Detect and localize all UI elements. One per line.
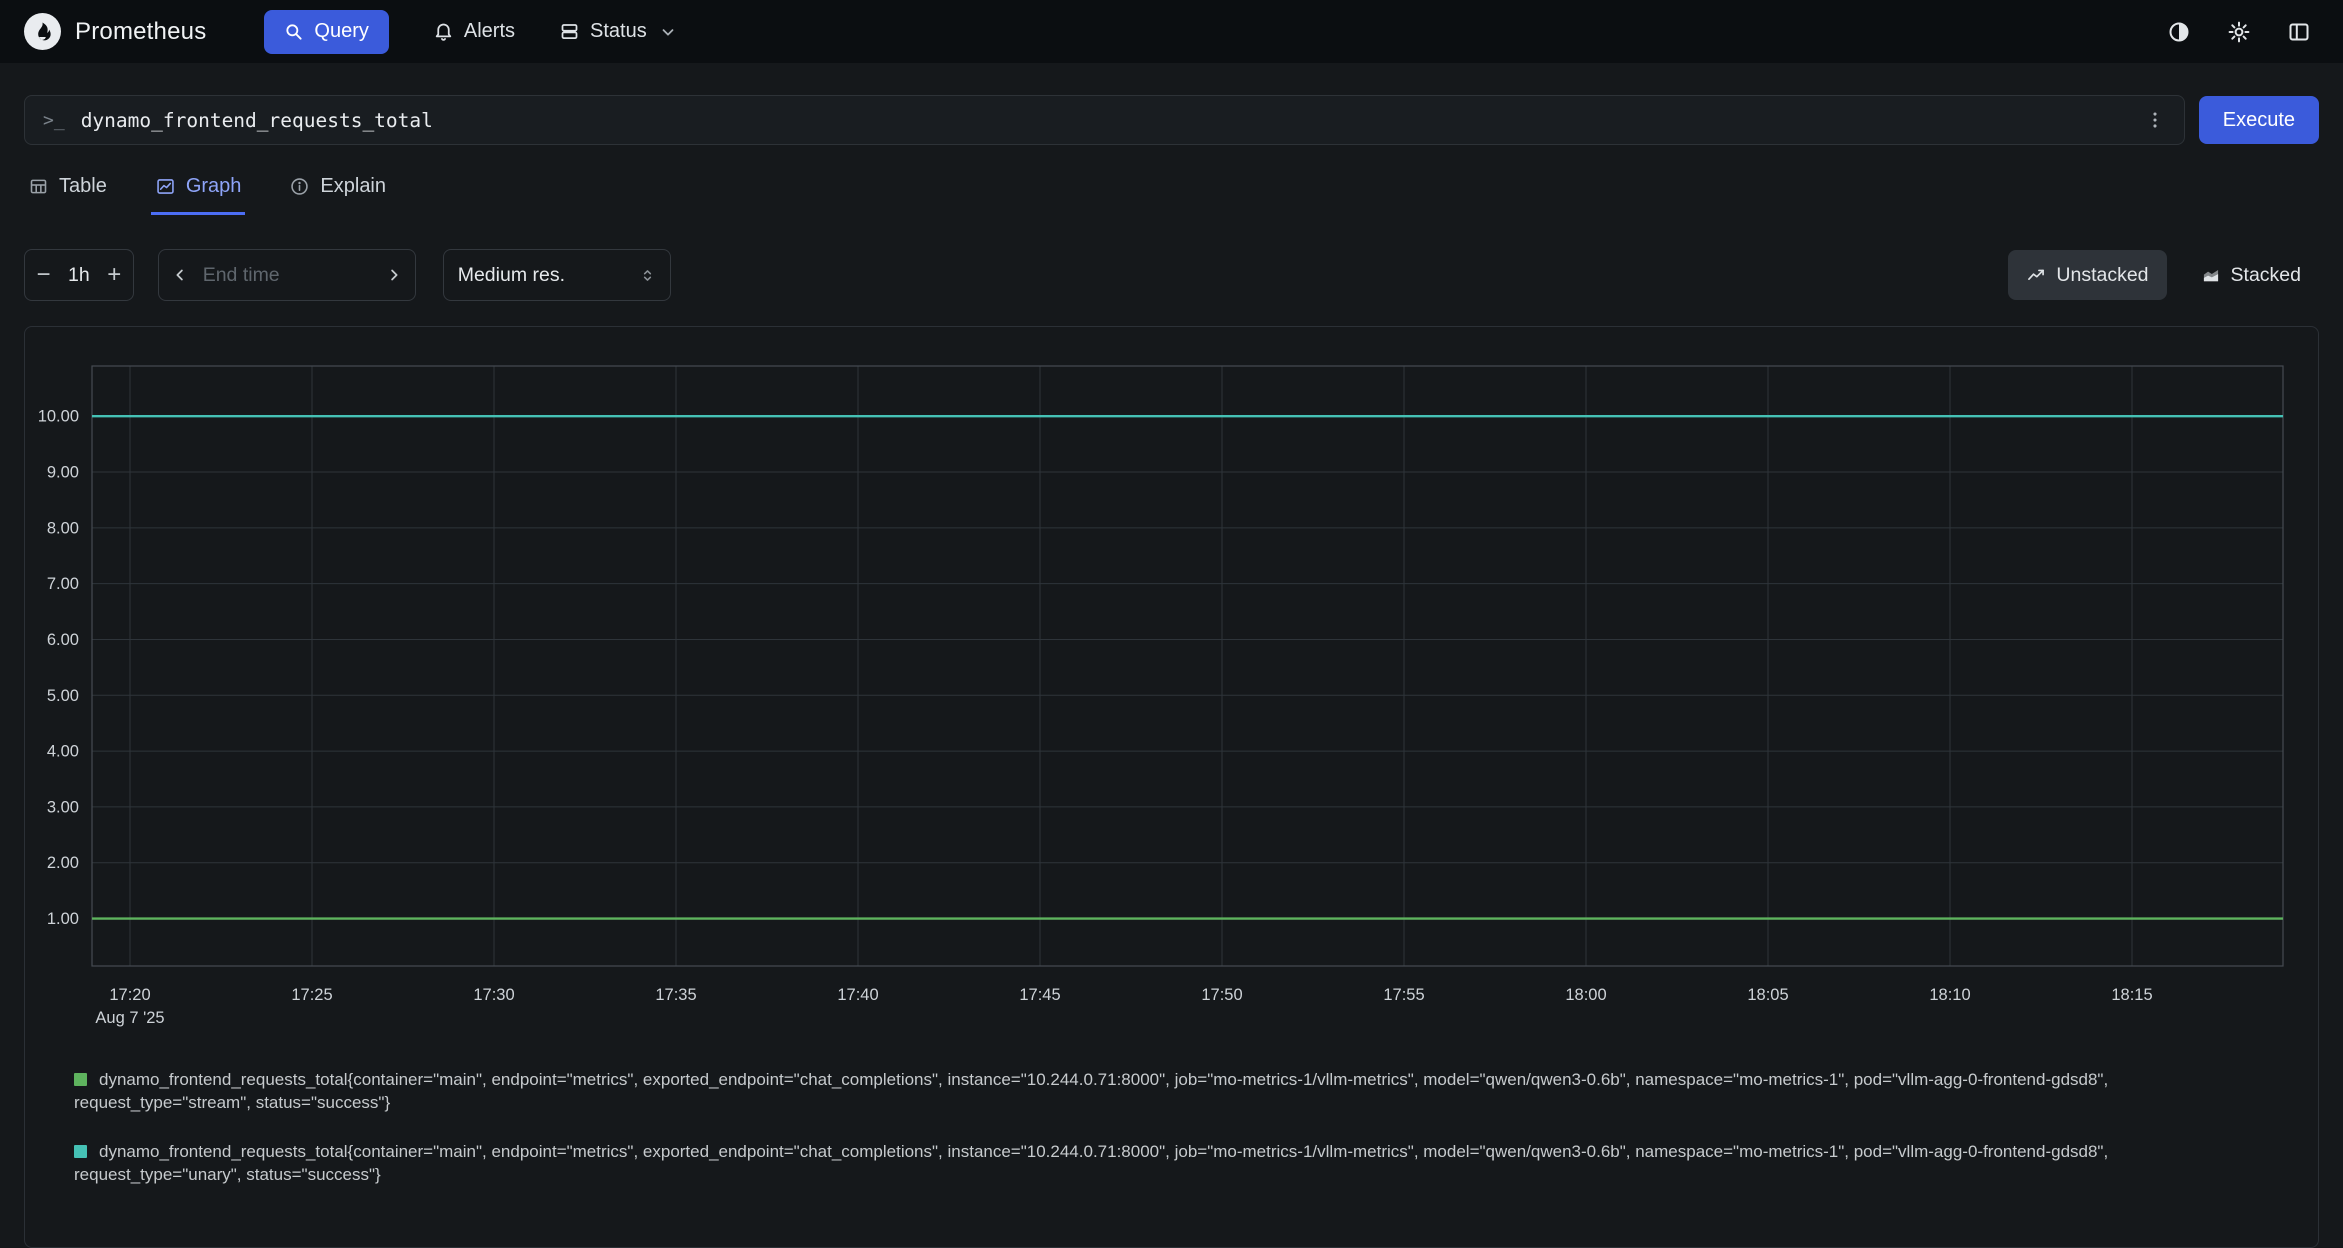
svg-text:2.00: 2.00 bbox=[47, 854, 79, 872]
navbar: Prometheus Query Alerts Status bbox=[0, 0, 2343, 63]
docs-panel-button[interactable] bbox=[2279, 12, 2319, 52]
duration-group: − 1h + bbox=[24, 249, 134, 301]
prometheus-logo-icon bbox=[24, 13, 61, 50]
brand-title: Prometheus bbox=[75, 18, 206, 46]
duration-increase-button[interactable]: + bbox=[96, 250, 133, 300]
svg-text:Aug 7 '25: Aug 7 '25 bbox=[95, 1009, 164, 1027]
nav-status-label: Status bbox=[590, 20, 647, 43]
gear-icon bbox=[2227, 20, 2251, 44]
unstacked-button[interactable]: Unstacked bbox=[2008, 250, 2166, 300]
legend-color-chip bbox=[74, 1145, 87, 1158]
line-chart-icon bbox=[2026, 265, 2046, 285]
info-icon bbox=[289, 176, 310, 197]
nav-alerts-button[interactable]: Alerts bbox=[433, 10, 515, 54]
resolution-select[interactable]: Medium res. bbox=[443, 249, 671, 301]
legend-label: dynamo_frontend_requests_total{container… bbox=[74, 1142, 2108, 1184]
graph-icon bbox=[155, 176, 176, 197]
bell-icon bbox=[433, 21, 454, 42]
svg-text:17:55: 17:55 bbox=[1383, 986, 1424, 1004]
execute-button[interactable]: Execute bbox=[2199, 96, 2319, 144]
expression-text[interactable]: dynamo_frontend_requests_total bbox=[81, 109, 2144, 132]
graph-panel: 1.00 2.00 3.00 4.00 5.00 6.00 7.00 8.00 9.00 10.0… bbox=[24, 326, 2319, 1248]
svg-text:4.00: 4.00 bbox=[47, 743, 79, 761]
legend-item[interactable]: dynamo_frontend_requests_total{container… bbox=[74, 1140, 2266, 1186]
graph-controls: − 1h + Medium res. Unstacked Stacked bbox=[0, 249, 2343, 301]
result-tabs: Table Graph Explain bbox=[0, 173, 2343, 215]
svg-text:17:25: 17:25 bbox=[291, 986, 332, 1004]
svg-text:18:15: 18:15 bbox=[2111, 986, 2152, 1004]
svg-text:3.00: 3.00 bbox=[47, 798, 79, 816]
svg-text:17:50: 17:50 bbox=[1201, 986, 1242, 1004]
tab-explain[interactable]: Explain bbox=[285, 173, 390, 215]
stacked-area-icon bbox=[2201, 265, 2221, 285]
nav-status-button[interactable]: Status bbox=[559, 10, 677, 54]
stacked-button[interactable]: Stacked bbox=[2183, 250, 2319, 300]
tab-table[interactable]: Table bbox=[24, 173, 111, 215]
svg-text:18:05: 18:05 bbox=[1747, 986, 1788, 1004]
duration-decrease-button[interactable]: − bbox=[25, 250, 62, 300]
nav-alerts-label: Alerts bbox=[464, 20, 515, 43]
svg-text:17:20: 17:20 bbox=[109, 986, 150, 1004]
svg-text:5.00: 5.00 bbox=[47, 687, 79, 705]
svg-text:6.00: 6.00 bbox=[47, 631, 79, 649]
legend-label: dynamo_frontend_requests_total{container… bbox=[74, 1070, 2108, 1112]
book-icon bbox=[2287, 20, 2311, 44]
graph-svg[interactable]: 1.00 2.00 3.00 4.00 5.00 6.00 7.00 8.00 9.00 10.0… bbox=[25, 327, 2318, 1042]
stacking-toggle: Unstacked Stacked bbox=[2008, 250, 2319, 300]
end-time-input[interactable] bbox=[201, 263, 373, 288]
svg-text:17:35: 17:35 bbox=[655, 986, 696, 1004]
contrast-icon bbox=[2167, 20, 2191, 44]
end-time-group bbox=[158, 249, 416, 301]
tab-graph[interactable]: Graph bbox=[151, 173, 246, 215]
server-icon bbox=[559, 21, 580, 42]
expression-input[interactable]: >_ dynamo_frontend_requests_total bbox=[24, 95, 2185, 145]
svg-text:1.00: 1.00 bbox=[47, 910, 79, 928]
theme-toggle-button[interactable] bbox=[2159, 12, 2199, 52]
svg-text:8.00: 8.00 bbox=[47, 519, 79, 537]
duration-value[interactable]: 1h bbox=[62, 264, 96, 287]
stacked-label: Stacked bbox=[2231, 264, 2301, 287]
legend-item[interactable]: dynamo_frontend_requests_total{container… bbox=[74, 1068, 2266, 1114]
tab-graph-label: Graph bbox=[186, 175, 242, 198]
terminal-prompt-icon: >_ bbox=[43, 110, 65, 131]
kebab-menu-icon[interactable] bbox=[2144, 109, 2166, 131]
tab-table-label: Table bbox=[59, 175, 107, 198]
main-nav: Query Alerts Status bbox=[264, 10, 676, 54]
search-icon bbox=[284, 22, 304, 42]
time-back-button[interactable] bbox=[159, 250, 201, 300]
svg-text:18:10: 18:10 bbox=[1929, 986, 1970, 1004]
svg-text:17:40: 17:40 bbox=[837, 986, 878, 1004]
chevron-down-icon bbox=[659, 23, 677, 41]
svg-text:7.00: 7.00 bbox=[47, 575, 79, 593]
svg-text:17:30: 17:30 bbox=[473, 986, 514, 1004]
nav-query-label: Query bbox=[314, 20, 368, 43]
tab-explain-label: Explain bbox=[320, 175, 386, 198]
select-carets-icon bbox=[639, 267, 656, 284]
navbar-right bbox=[2159, 12, 2319, 52]
svg-text:10.00: 10.00 bbox=[38, 408, 79, 426]
unstacked-label: Unstacked bbox=[2056, 264, 2148, 287]
svg-text:9.00: 9.00 bbox=[47, 464, 79, 482]
svg-text:17:45: 17:45 bbox=[1019, 986, 1060, 1004]
brand[interactable]: Prometheus bbox=[24, 13, 206, 50]
legend-color-chip bbox=[74, 1073, 87, 1086]
query-row: >_ dynamo_frontend_requests_total Execut… bbox=[0, 95, 2343, 145]
svg-text:18:00: 18:00 bbox=[1565, 986, 1606, 1004]
nav-query-button[interactable]: Query bbox=[264, 10, 388, 54]
time-forward-button[interactable] bbox=[373, 250, 415, 300]
legend: dynamo_frontend_requests_total{container… bbox=[25, 1068, 2318, 1186]
resolution-value: Medium res. bbox=[458, 264, 565, 287]
table-icon bbox=[28, 176, 49, 197]
settings-button[interactable] bbox=[2219, 12, 2259, 52]
